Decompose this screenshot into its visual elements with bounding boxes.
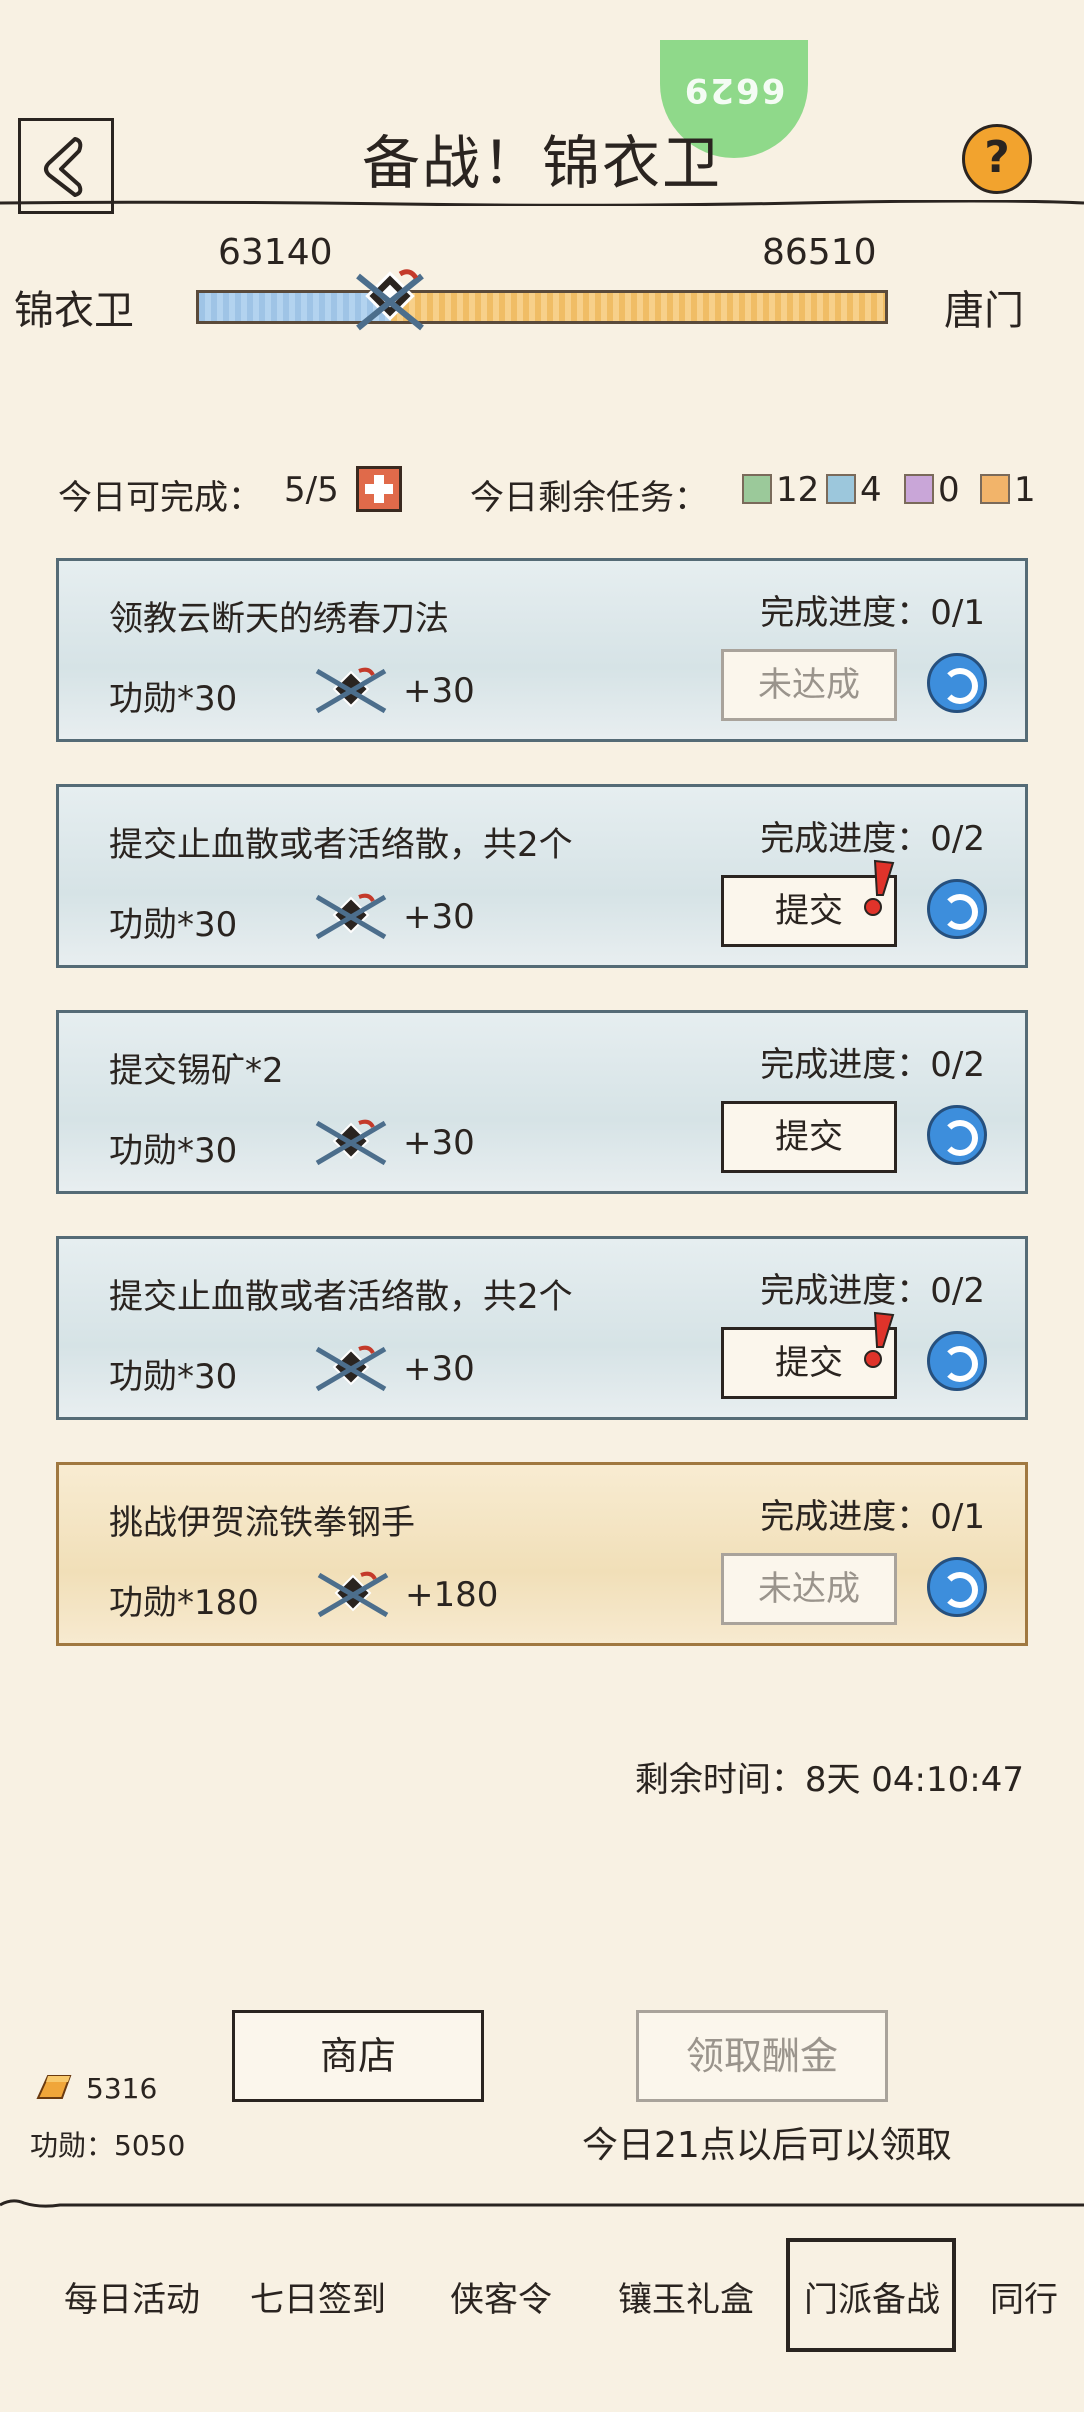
task-card: 提交锡矿*2 完成进度：0/2 功勋*30 +30 提交: [56, 1010, 1028, 1194]
crossed-swords-icon: [315, 667, 387, 714]
help-button[interactable]: ?: [962, 124, 1032, 194]
plus-icon: [365, 475, 393, 503]
alert-icon: [864, 859, 895, 916]
task-points: +30: [403, 897, 475, 937]
task-count-green: 12: [742, 470, 819, 510]
task-points: +30: [403, 1123, 475, 1163]
task-count-purple: 0: [904, 470, 960, 510]
task-description: 提交锡矿*2: [109, 1051, 284, 1091]
task-description: 挑战伊贺流铁拳钢手: [109, 1503, 415, 1543]
submit-button[interactable]: 提交: [721, 1101, 897, 1173]
task-description: 提交止血散或者活络散，共2个: [109, 1277, 573, 1317]
badge-number: 6629: [682, 70, 786, 110]
refresh-icon[interactable]: [927, 1105, 987, 1165]
claim-reward-button[interactable]: 领取酬金: [636, 2010, 888, 2102]
alert-icon: [864, 1311, 895, 1368]
tab-sect-preparation[interactable]: 门派备战: [804, 2272, 940, 2321]
refresh-icon[interactable]: [927, 1557, 987, 1617]
task-reward: 功勋*30: [109, 679, 238, 719]
refresh-icon[interactable]: [927, 653, 987, 713]
task-progress: 完成进度：0/2: [760, 819, 985, 859]
task-points: +30: [403, 1349, 475, 1389]
tab-xiake-ling[interactable]: 侠客令: [450, 2272, 552, 2321]
top-band: [0, 0, 1084, 92]
task-reward: 功勋*30: [109, 905, 238, 945]
page-title: 备战！锦衣卫: [361, 129, 722, 197]
green-task-icon: [742, 474, 772, 504]
purple-task-icon: [904, 474, 934, 504]
title-divider: [0, 200, 1084, 206]
add-attempts-button[interactable]: [356, 466, 402, 512]
task-card: 领教云断天的绣春刀法 完成进度：0/1 功勋*30 +30 未达成: [56, 558, 1028, 742]
refresh-icon[interactable]: [927, 1331, 987, 1391]
claim-hint: 今日21点以后可以领取: [582, 2125, 952, 2166]
daily-complete-label: 今日可完成：: [58, 478, 262, 518]
refresh-icon[interactable]: [927, 879, 987, 939]
task-count-orange: 1: [980, 470, 1036, 510]
left-faction: 锦衣卫: [14, 288, 134, 334]
gold-amount: 5316: [86, 2072, 158, 2105]
task-card: 提交止血散或者活络散，共2个 完成进度：0/2 功勋*30 +30 提交: [56, 1236, 1028, 1420]
task-points: +180: [405, 1575, 499, 1615]
blue-task-icon: [826, 474, 856, 504]
orange-task-icon: [980, 474, 1010, 504]
tab-daily-activity[interactable]: 每日活动: [64, 2272, 200, 2321]
versus-bar-right: [391, 293, 885, 321]
task-progress: 完成进度：0/2: [760, 1045, 985, 1085]
task-description: 提交止血散或者活络散，共2个: [109, 825, 573, 865]
daily-remaining-label: 今日剩余任务：: [470, 478, 708, 518]
crossed-swords-icon: [317, 1571, 389, 1618]
task-points: +30: [403, 671, 475, 711]
crossed-swords-icon: [355, 269, 424, 331]
tab-peers[interactable]: 同行: [990, 2272, 1058, 2321]
right-score: 86510: [762, 232, 877, 273]
task-progress: 完成进度：0/2: [760, 1271, 985, 1311]
task-reward: 功勋*30: [109, 1131, 238, 1171]
gold-ingot-icon: [36, 2075, 72, 2099]
tab-jade-gift-box[interactable]: 镶玉礼盒: [618, 2272, 754, 2321]
tab-divider: [0, 2199, 1084, 2208]
task-card: 提交止血散或者活络散，共2个 完成进度：0/2 功勋*30 +30 提交: [56, 784, 1028, 968]
task-status-button[interactable]: 未达成: [721, 1553, 897, 1625]
shop-button[interactable]: 商店: [232, 2010, 484, 2102]
right-faction: 唐门: [944, 288, 1024, 334]
task-reward: 功勋*30: [109, 1357, 238, 1397]
crossed-swords-icon: [315, 893, 387, 940]
crossed-swords-icon: [315, 1345, 387, 1392]
task-status-button[interactable]: 未达成: [721, 649, 897, 721]
left-score: 63140: [218, 232, 333, 273]
versus-bar: [196, 290, 888, 324]
task-card-special: 挑战伊贺流铁拳钢手 完成进度：0/1 功勋*180 +180 未达成: [56, 1462, 1028, 1646]
task-progress: 完成进度：0/1: [760, 1497, 985, 1537]
remaining-time: 剩余时间：8天 04:10:47: [634, 1760, 1024, 1800]
crossed-swords-icon: [315, 1119, 387, 1166]
task-progress: 完成进度：0/1: [760, 593, 985, 633]
tab-seven-day-signin[interactable]: 七日签到: [250, 2272, 386, 2321]
daily-complete-value: 5/5: [284, 470, 339, 510]
task-description: 领教云断天的绣春刀法: [109, 599, 449, 639]
task-reward: 功勋*180: [109, 1583, 259, 1623]
merit-amount: 功勋：5050: [30, 2129, 186, 2162]
task-count-blue: 4: [826, 470, 882, 510]
